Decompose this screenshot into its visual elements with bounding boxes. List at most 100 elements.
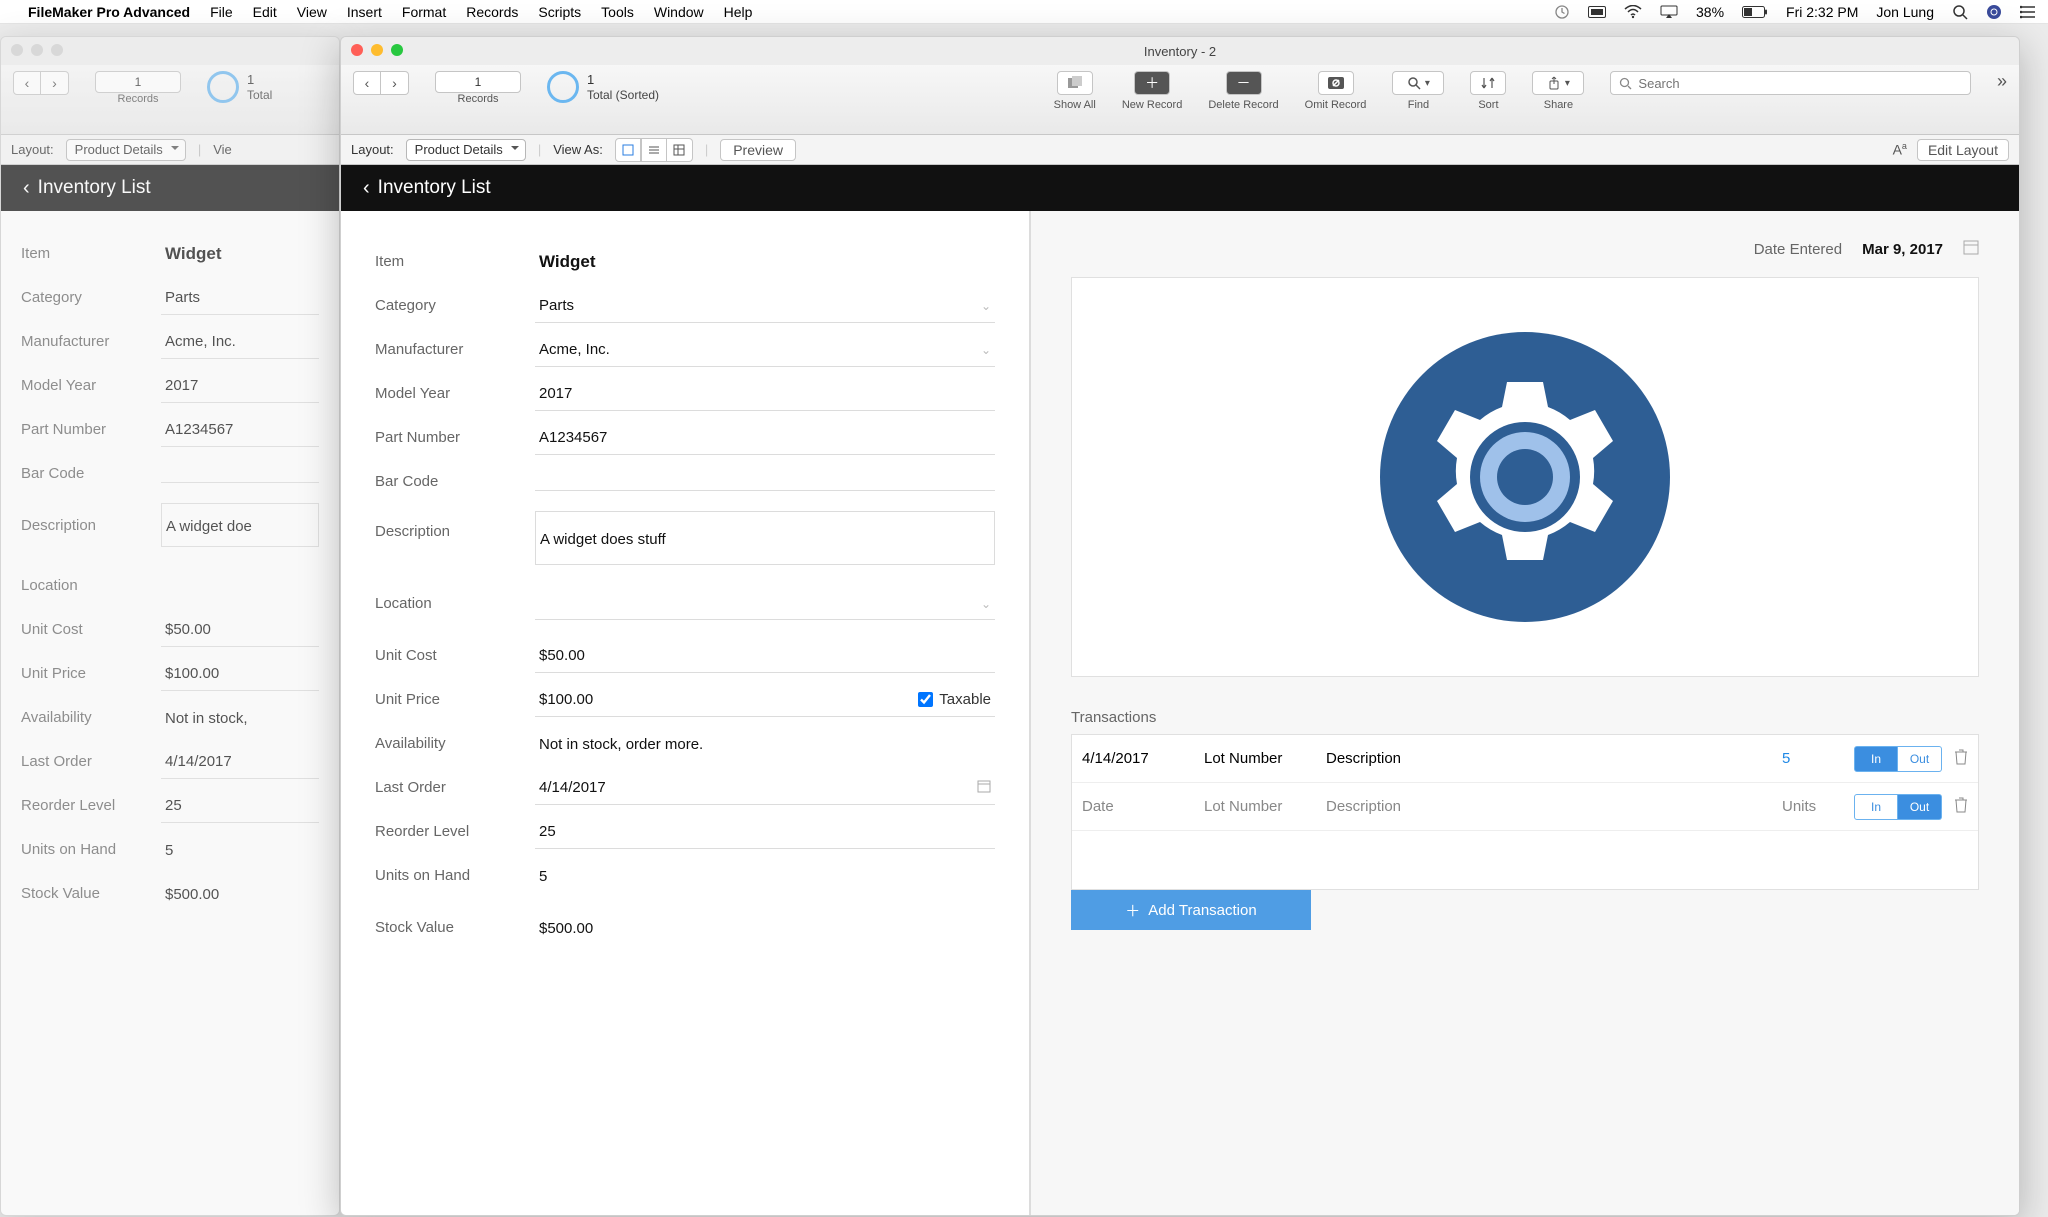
menu-scripts[interactable]: Scripts [538, 4, 581, 20]
wifi-icon[interactable] [1624, 5, 1642, 19]
gear-icon [1375, 327, 1675, 627]
lastorder-field[interactable]: 4/14/2017 [535, 769, 995, 805]
modelyear-field[interactable]: 2017 [535, 375, 995, 411]
header-nav-bar[interactable]: ‹ Inventory List [341, 165, 2019, 211]
expand-toolbar-button[interactable]: » [1997, 71, 2007, 92]
sort-button[interactable] [1470, 71, 1506, 95]
back-nav-title: Inventory List [38, 177, 151, 199]
view-form-button[interactable] [615, 138, 641, 162]
menu-view[interactable]: View [297, 4, 327, 20]
siri-icon[interactable] [1986, 4, 2002, 20]
window-controls[interactable] [11, 44, 63, 56]
menu-file[interactable]: File [210, 4, 233, 20]
airplay-icon[interactable] [1660, 5, 1678, 19]
prev-record-button[interactable]: ‹ [353, 71, 381, 95]
taxable-checkbox[interactable]: Taxable [918, 691, 991, 708]
manufacturer-field[interactable]: Acme, Inc.⌄ [535, 331, 995, 367]
add-transaction-button[interactable]: ＋ Add Transaction [1071, 890, 1311, 930]
unitcost-label: Unit Cost [375, 647, 535, 664]
timemachine-icon[interactable] [1554, 4, 1570, 20]
reorder-field[interactable]: 25 [535, 813, 995, 849]
calendar-icon[interactable] [1963, 239, 1979, 259]
share-button[interactable]: ▾ [1532, 71, 1584, 95]
menu-window[interactable]: Window [654, 4, 704, 20]
menu-tools[interactable]: Tools [601, 4, 634, 20]
trans-date[interactable]: 4/14/2017 [1082, 750, 1192, 767]
item-field[interactable]: Widget [535, 242, 995, 280]
in-out-toggle[interactable]: In Out [1854, 794, 1942, 820]
search-box[interactable] [1610, 71, 1971, 95]
record-slider[interactable]: 1 [435, 71, 521, 93]
date-entered-value: Mar 9, 2017 [1862, 241, 1943, 258]
back-nav-bar[interactable]: ‹ Inventory List [1, 165, 339, 211]
menu-insert[interactable]: Insert [347, 4, 382, 20]
modelyear-label: Model Year [375, 385, 535, 402]
search-input[interactable] [1638, 76, 1962, 91]
stockvalue-value: $500.00 [535, 910, 995, 945]
keyboard-icon[interactable] [1588, 6, 1606, 18]
transaction-row-placeholder[interactable]: Date Lot Number Description Units In Out [1072, 783, 1978, 831]
omit-record-button[interactable] [1318, 71, 1354, 95]
unitsonhand-value: 5 [535, 858, 995, 893]
trans-units[interactable]: 5 [1782, 750, 1842, 767]
main-toolbar: ‹› 1 Records 1Total (Sorted) Show All ＋ … [341, 65, 2019, 135]
category-field[interactable]: Parts⌄ [535, 287, 995, 323]
description-field[interactable]: A widget does stuff [535, 511, 995, 565]
location-field[interactable]: ⌄ [535, 587, 995, 620]
menu-records[interactable]: Records [466, 4, 518, 20]
partnumber-field[interactable]: A1234567 [535, 419, 995, 455]
trash-icon[interactable] [1954, 797, 1968, 817]
trash-icon[interactable] [1954, 749, 1968, 769]
transactions-table: 4/14/2017 Lot Number Description 5 In Ou… [1071, 734, 1979, 890]
chevron-left-icon: ‹ [363, 177, 370, 200]
view-table-button[interactable] [667, 138, 693, 162]
delete-record-button[interactable]: － [1226, 71, 1262, 95]
layout-select[interactable]: Product Details [66, 139, 186, 161]
viewas-label-trunc: Vie [213, 142, 232, 157]
next-record-button[interactable]: › [381, 71, 409, 95]
reorder-label: Reorder Level [375, 823, 535, 840]
menu-format[interactable]: Format [402, 4, 446, 20]
chevron-down-icon: ⌄ [981, 597, 991, 611]
barcode-field[interactable] [535, 472, 995, 491]
battery-icon[interactable] [1742, 6, 1768, 18]
partnumber-label: Part Number [375, 429, 535, 446]
trans-desc[interactable]: Description [1326, 750, 1770, 767]
unitcost-field[interactable]: $50.00 [535, 637, 995, 673]
macos-menubar: FileMaker Pro Advanced File Edit View In… [0, 0, 2048, 24]
menu-edit[interactable]: Edit [253, 4, 277, 20]
foreground-window: Inventory - 2 ‹› 1 Records 1Total (Sorte… [340, 36, 2020, 1216]
transaction-row[interactable]: 4/14/2017 Lot Number Description 5 In Ou… [1072, 735, 1978, 783]
availability-value: Not in stock, order more. [535, 726, 995, 761]
find-button[interactable]: ▾ [1392, 71, 1444, 95]
record-pie-icon [207, 71, 239, 103]
new-record-button[interactable]: ＋ [1134, 71, 1170, 95]
show-all-button[interactable] [1057, 71, 1093, 95]
next-record-button[interactable]: › [41, 71, 69, 95]
category-label: Category [375, 297, 535, 314]
view-list-button[interactable] [641, 138, 667, 162]
layout-select[interactable]: Product Details [406, 139, 526, 161]
menu-help[interactable]: Help [724, 4, 753, 20]
record-slider[interactable]: 1 [95, 71, 181, 93]
user-name[interactable]: Jon Lung [1876, 4, 1934, 20]
edit-layout-button[interactable]: Edit Layout [1917, 139, 2009, 161]
app-name[interactable]: FileMaker Pro Advanced [28, 4, 190, 20]
window-controls[interactable] [351, 44, 403, 56]
clock[interactable]: Fri 2:32 PM [1786, 4, 1858, 20]
header-title: Inventory List [378, 177, 491, 199]
search-icon [1619, 77, 1632, 90]
spotlight-icon[interactable] [1952, 4, 1968, 20]
notification-icon[interactable] [2020, 5, 2036, 19]
trans-lot[interactable]: Lot Number [1204, 750, 1314, 767]
in-out-toggle[interactable]: In Out [1854, 746, 1942, 772]
chevron-down-icon: ⌄ [981, 343, 991, 357]
preview-button[interactable]: Preview [720, 139, 796, 161]
format-text-icon[interactable]: Aa [1893, 141, 1907, 158]
product-image[interactable] [1071, 277, 1979, 677]
prev-record-button[interactable]: ‹ [13, 71, 41, 95]
date-entered-label: Date Entered [1754, 241, 1842, 258]
unitprice-field[interactable]: $100.00 Taxable [535, 681, 995, 717]
description-label: Description [375, 511, 535, 540]
records-label: Records [458, 93, 499, 105]
